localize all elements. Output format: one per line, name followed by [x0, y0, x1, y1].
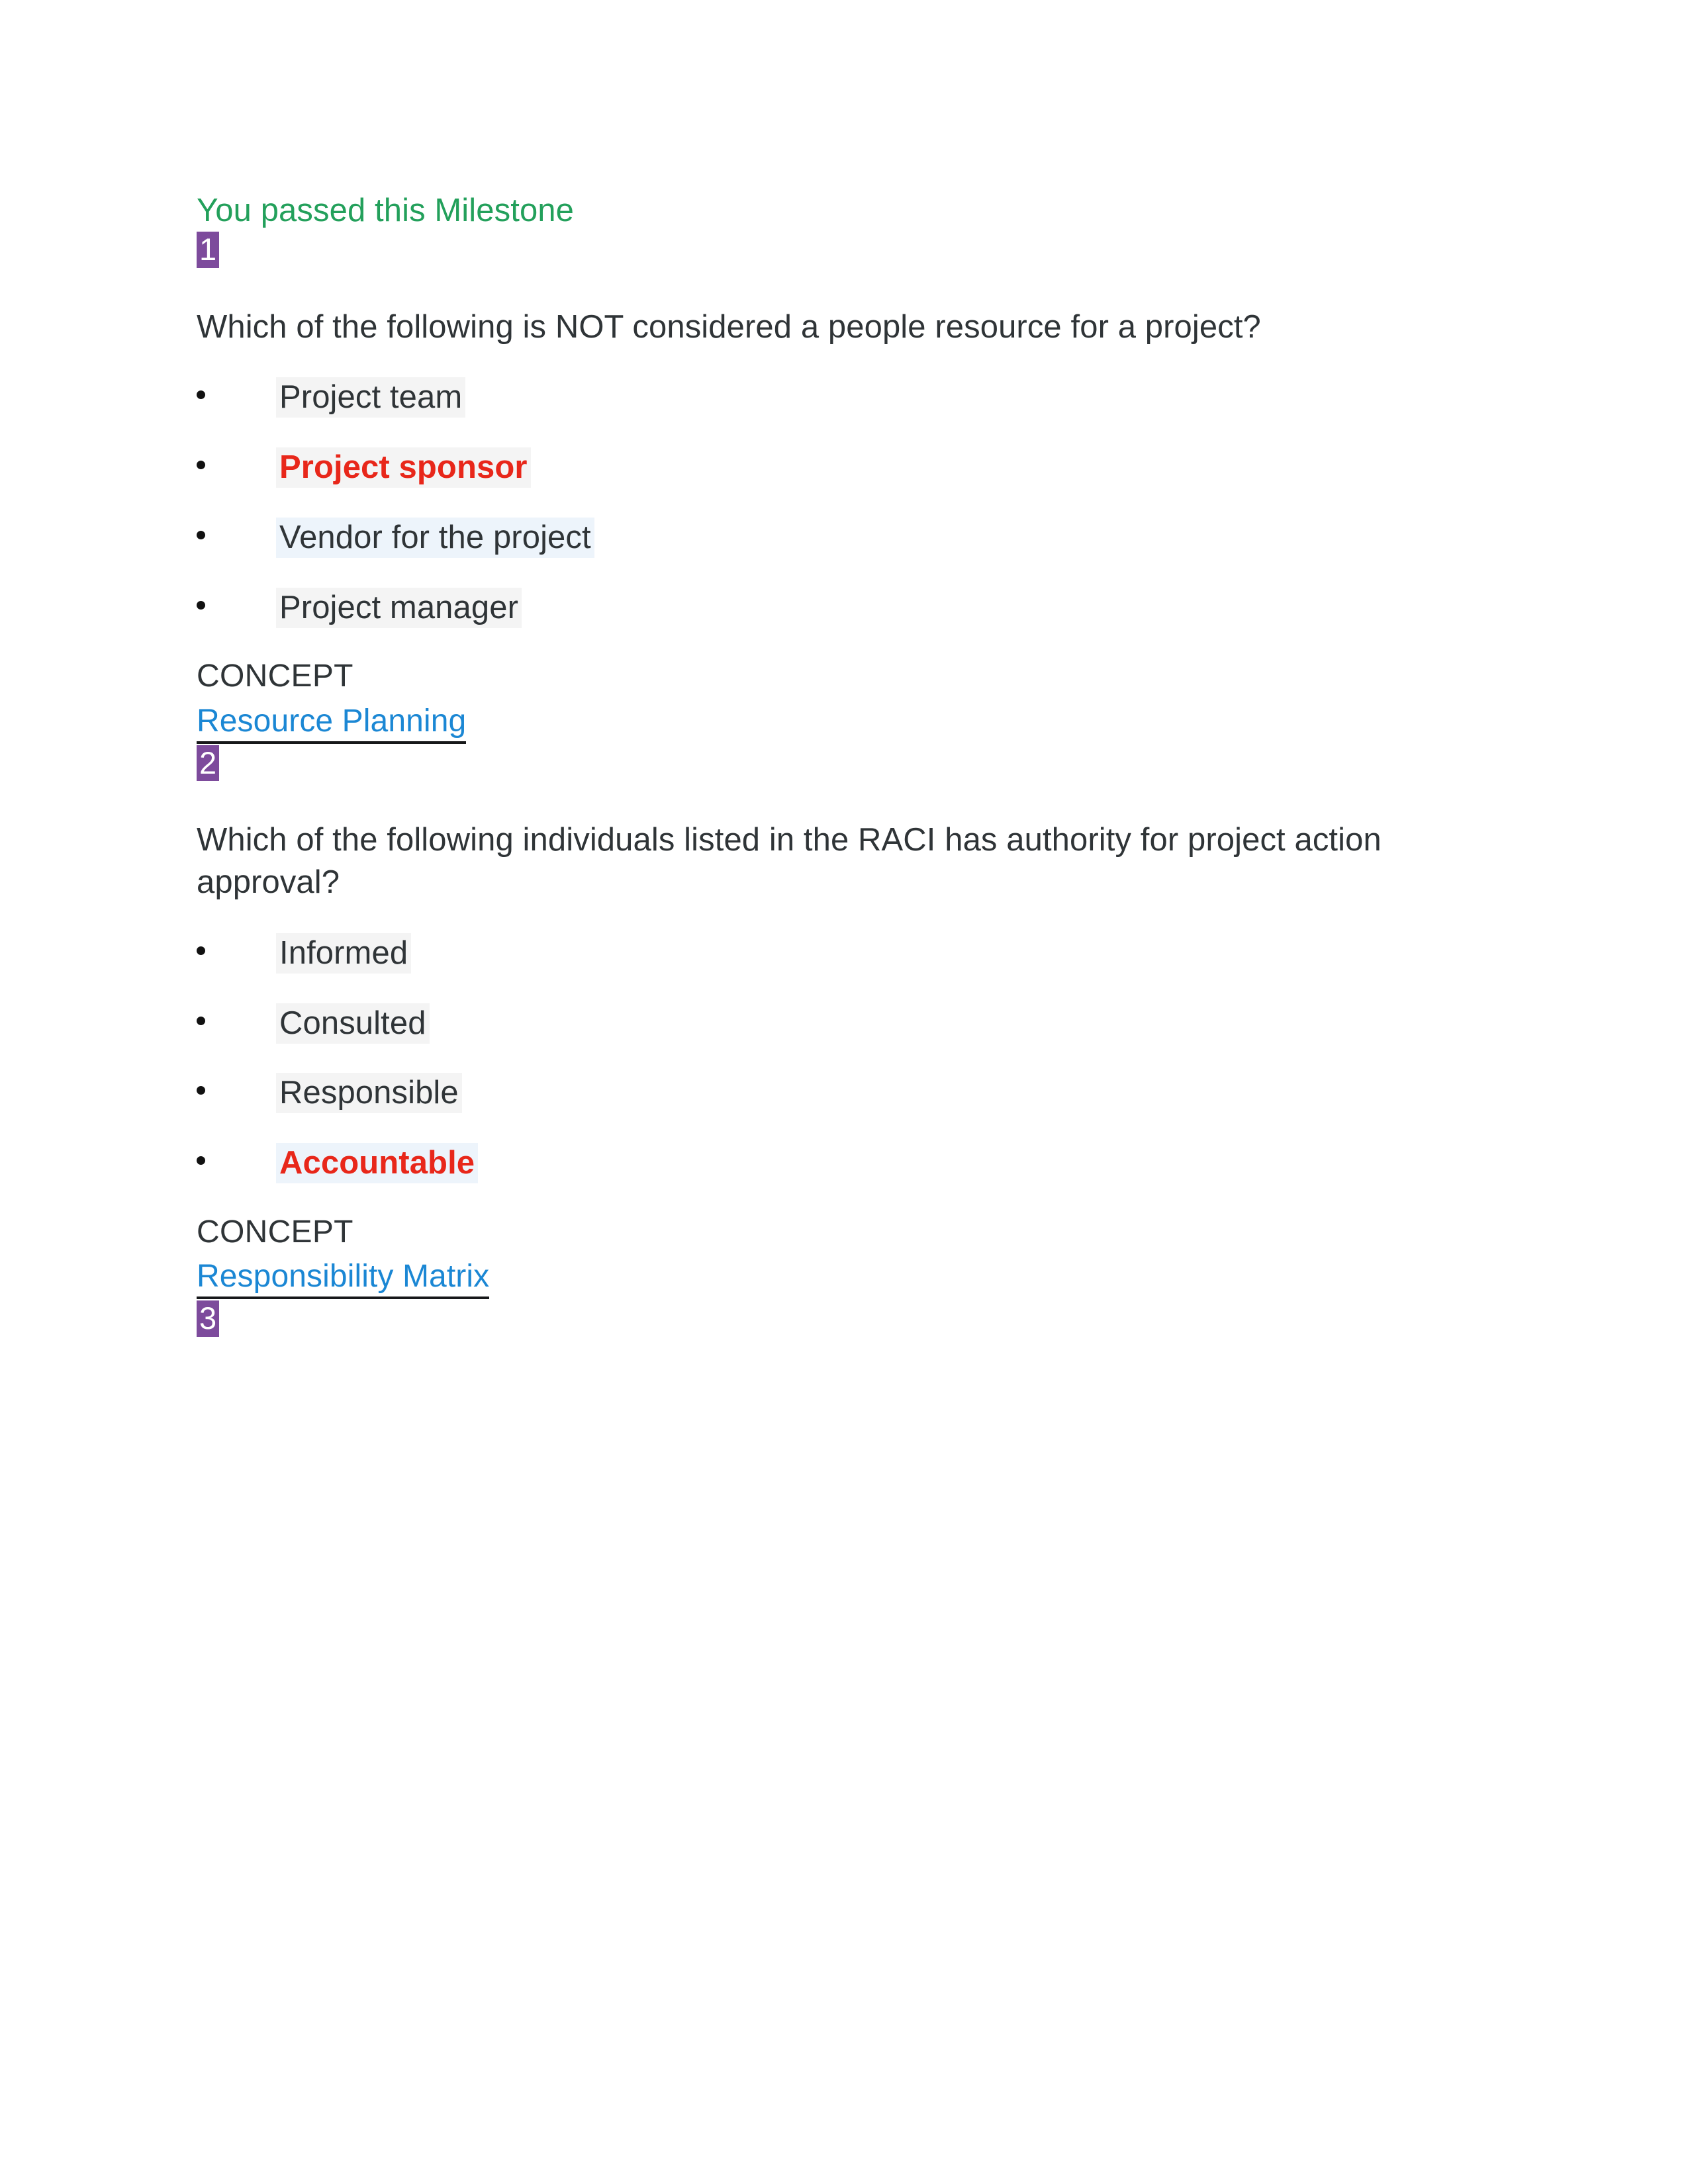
concept-link-row: Responsibility Matrix [197, 1255, 1688, 1299]
milestone-status: You passed this Milestone [197, 193, 574, 228]
answer-option-text-row: Project sponsor [235, 447, 1688, 488]
answer-option-label[interactable]: Project manager [276, 587, 522, 628]
answer-option[interactable]: Responsible [197, 1073, 1688, 1114]
concept-link[interactable]: Responsibility Matrix [197, 1258, 490, 1299]
question-number-line-1: 1 [197, 231, 1688, 268]
question-number-badge: 2 [197, 745, 220, 782]
answer-option-label-correct[interactable]: Accountable [276, 1143, 479, 1184]
question-number-badge: 3 [197, 1300, 220, 1337]
answer-option-label[interactable]: Informed [276, 933, 412, 974]
answer-options-list: Informed Consulted Responsible Accountab… [197, 933, 1688, 1184]
answer-option-text-row: Project team [235, 377, 1688, 418]
answer-option-label-correct[interactable]: Project sponsor [276, 447, 531, 488]
concept-link-row: Resource Planning [197, 700, 1688, 744]
concept-label: CONCEPT [197, 1214, 353, 1250]
answer-option-text-row: Vendor for the project [235, 517, 1688, 559]
answer-option-text-row: Project manager [235, 587, 1688, 629]
answer-option-label[interactable]: Project team [276, 377, 466, 418]
answer-option-text-row: Accountable [235, 1143, 1688, 1184]
document-page: You passed this Milestone 1 Which of the… [0, 0, 1688, 2184]
answer-option[interactable]: Accountable [197, 1143, 1688, 1184]
question-number-line-3: 3 [197, 1300, 1688, 1337]
answer-option[interactable]: Vendor for the project [197, 517, 1688, 559]
answer-option[interactable]: Informed [197, 933, 1688, 974]
answer-option-label[interactable]: Vendor for the project [276, 517, 594, 558]
answer-option-text-row: Responsible [235, 1073, 1688, 1114]
answer-option[interactable]: Consulted [197, 1003, 1688, 1044]
answer-option[interactable]: Project sponsor [197, 447, 1688, 488]
answer-option-label[interactable]: Responsible [276, 1073, 462, 1114]
question-prompt: Which of the following individuals liste… [197, 822, 1382, 901]
question-number-badge: 1 [197, 231, 220, 268]
concept-label: CONCEPT [197, 659, 353, 694]
concept-link[interactable]: Resource Planning [197, 703, 467, 744]
question-number-line-2: 2 [197, 745, 1688, 782]
answer-option[interactable]: Project manager [197, 587, 1688, 629]
answer-option-text-row: Informed [235, 933, 1688, 974]
answer-options-list: Project team Project sponsor Vendor for … [197, 377, 1688, 628]
answer-option[interactable]: Project team [197, 377, 1688, 418]
answer-option-text-row: Consulted [235, 1003, 1688, 1044]
answer-option-label[interactable]: Consulted [276, 1003, 430, 1044]
question-prompt: Which of the following is NOT considered… [197, 308, 1261, 345]
